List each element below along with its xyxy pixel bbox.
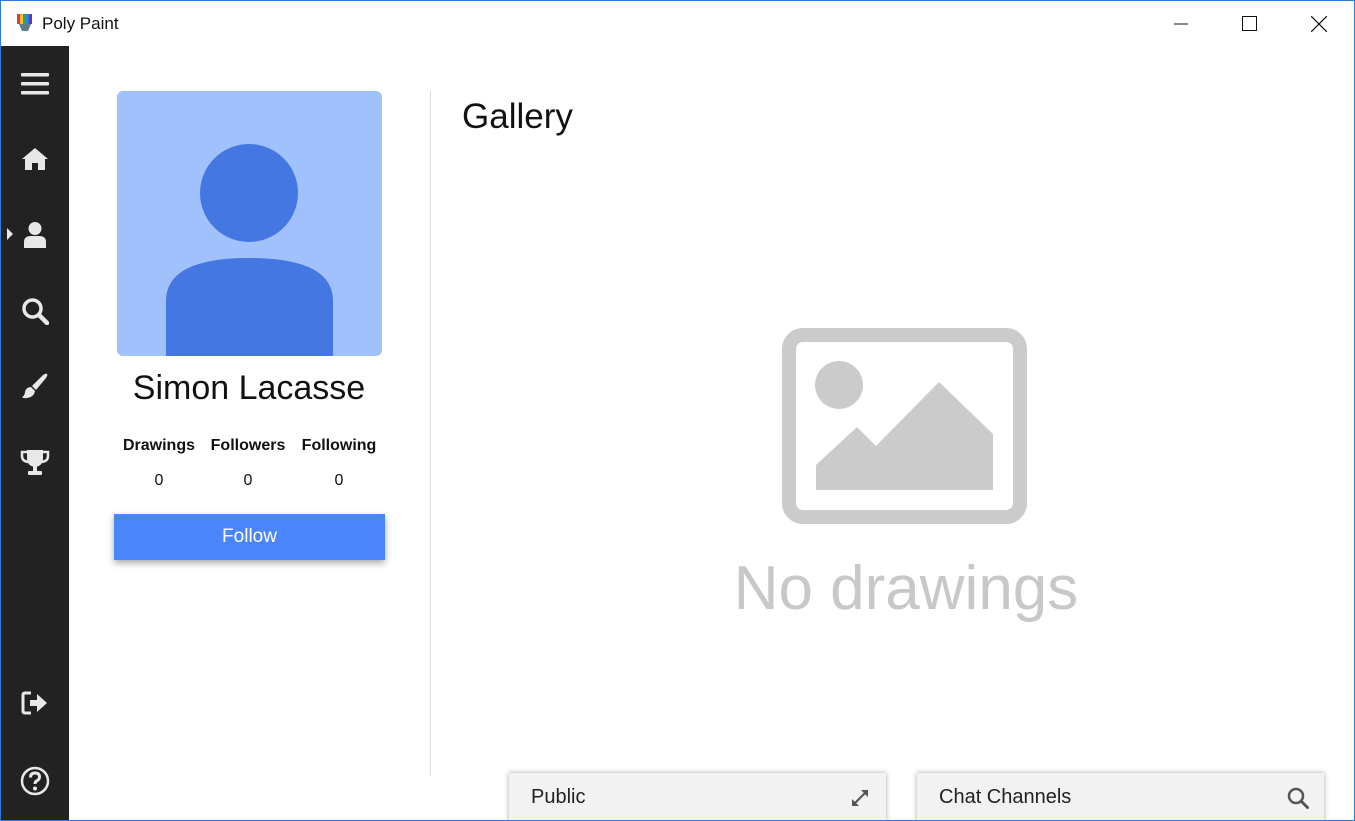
chat-channels-label: Chat Channels <box>939 786 1072 808</box>
close-icon <box>1311 15 1327 32</box>
active-nav-indicator <box>7 228 13 240</box>
user-icon <box>24 222 46 248</box>
chat-public-label: Public <box>531 786 586 808</box>
menu-icon <box>21 73 49 95</box>
expand-icon <box>852 790 868 806</box>
minimize-button[interactable] <box>1146 1 1216 46</box>
stat-drawings-value: 0 <box>154 472 164 489</box>
minimize-icon <box>1174 23 1188 24</box>
close-button[interactable] <box>1284 1 1354 46</box>
sidebar-item-draw[interactable] <box>1 356 69 416</box>
chat-search-button[interactable] <box>1285 785 1311 811</box>
app-window: Poly Paint Simon Lacasse Drawings Follow… <box>0 0 1355 821</box>
image-placeholder-icon <box>782 328 1027 524</box>
sidebar-item-search[interactable] <box>1 281 69 341</box>
title-bar: Poly Paint <box>1 1 1354 46</box>
profile-name: Simon Lacasse <box>132 369 366 407</box>
profile-avatar <box>117 91 382 356</box>
default-avatar-icon <box>166 144 333 356</box>
sidebar-item-help[interactable] <box>1 751 69 811</box>
follow-button[interactable]: Follow <box>114 514 385 560</box>
stat-followers-value: 0 <box>243 472 253 489</box>
app-logo-icon <box>17 14 32 31</box>
sidebar <box>1 46 69 820</box>
sidebar-item-leaderboard[interactable] <box>1 432 69 492</box>
stat-drawings-label: Drawings <box>122 437 195 454</box>
window-title: Poly Paint <box>42 14 119 33</box>
column-divider <box>430 91 431 776</box>
sidebar-item-logout[interactable] <box>1 673 69 733</box>
chat-channels-panel[interactable]: Chat Channels <box>917 773 1324 820</box>
sidebar-item-home[interactable] <box>1 129 69 189</box>
chat-public-panel[interactable]: Public <box>509 773 886 820</box>
empty-gallery-message: No drawings <box>733 554 1079 623</box>
help-icon <box>20 766 50 796</box>
stat-following-label: Following <box>301 437 377 454</box>
home-icon <box>22 148 48 170</box>
stat-followers-label: Followers <box>210 437 286 454</box>
chat-expand-button[interactable] <box>847 785 873 811</box>
gallery-title: Gallery <box>462 97 573 136</box>
maximize-icon <box>1241 16 1257 31</box>
stat-following-value: 0 <box>334 472 344 489</box>
trophy-icon <box>20 450 50 475</box>
brush-icon <box>22 373 48 399</box>
logout-icon <box>21 691 47 715</box>
sidebar-item-menu[interactable] <box>1 54 69 114</box>
search-icon <box>22 298 49 325</box>
search-icon <box>1287 787 1309 809</box>
maximize-button[interactable] <box>1214 1 1284 46</box>
